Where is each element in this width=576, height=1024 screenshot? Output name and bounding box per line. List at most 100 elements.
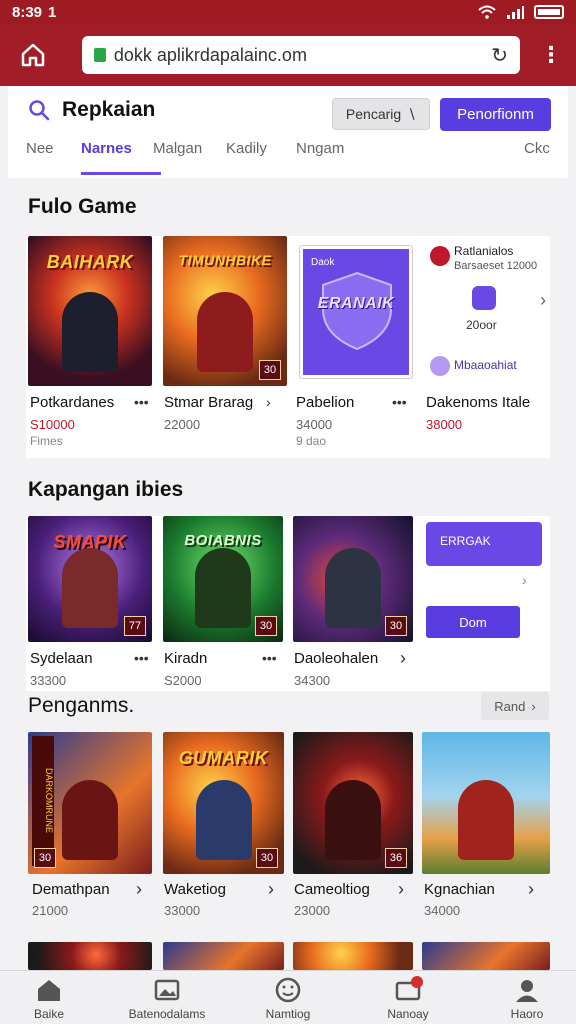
nav-item-gallery[interactable]: Batenodalams: [112, 975, 222, 1021]
browser-menu-icon[interactable]: ⋮: [540, 42, 562, 68]
game-card-image[interactable]: 30: [293, 516, 413, 642]
nav-label: Haoro: [510, 1007, 544, 1021]
section-title-2: Kapangan ibies: [28, 478, 184, 501]
game-price: S2000: [164, 673, 202, 688]
game-sub: 9 dao: [296, 434, 327, 448]
game-character: [62, 548, 118, 628]
tab-2[interactable]: Malgan: [153, 140, 202, 157]
chevron-right-icon[interactable]: ›: [266, 394, 271, 410]
chevron-right-icon[interactable]: ›: [528, 879, 534, 900]
search-dropdown-label: Pencarig: [345, 106, 402, 122]
reload-icon[interactable]: ↻: [491, 43, 508, 68]
game-name[interactable]: Stmar Brarag: [164, 394, 253, 411]
level-badge: 77: [124, 616, 146, 636]
game-card-image[interactable]: Daok ERANAIK: [300, 246, 412, 378]
see-more-label: Rand: [494, 698, 526, 714]
smile-icon: [275, 977, 301, 1003]
game-price: 23000: [294, 903, 331, 918]
game-price: 33000: [164, 903, 201, 918]
section2-row: SMAPIK 77 Sydelaan ••• 33300 BOIABNIS 30…: [26, 516, 550, 691]
game-card-image[interactable]: GUMARIK 30: [163, 732, 284, 874]
game-card-image[interactable]: DARKOMRUNE 30: [28, 732, 152, 874]
game-price: S10000: [30, 417, 75, 432]
tab-5[interactable]: Ckc: [524, 140, 550, 157]
search-dropdown-button[interactable]: Pencarig ∖: [332, 98, 430, 130]
game-character: [458, 780, 514, 860]
game-name[interactable]: Demathpan: [32, 881, 110, 898]
level-badge: 30: [259, 360, 281, 380]
chevron-right-icon[interactable]: ›: [268, 879, 274, 900]
game-name[interactable]: Pabelion: [296, 394, 354, 411]
game-card-image[interactable]: SMAPIK 77: [28, 516, 152, 642]
game-card-image[interactable]: [422, 942, 550, 970]
nav-label: Namtiog: [265, 1007, 311, 1021]
shield-label: Daok: [311, 257, 335, 268]
game-name[interactable]: Kiradn: [164, 650, 207, 667]
promo-logo-icon: [430, 246, 450, 266]
tab-0[interactable]: Nee: [26, 140, 54, 157]
game-character: [325, 780, 381, 860]
game-card-image[interactable]: BAIHARK: [28, 236, 152, 386]
level-badge: 36: [385, 848, 407, 868]
search-icon[interactable]: [28, 99, 50, 121]
browser-toolbar: dokk aplikrdapalainc.om ↻ ⋮: [0, 24, 576, 86]
tab-3[interactable]: Kadily: [226, 140, 267, 157]
tab-4[interactable]: Nngam: [296, 140, 344, 157]
chevron-right-icon[interactable]: ›: [398, 879, 404, 900]
game-card-image[interactable]: BOIABNIS 30: [163, 516, 283, 642]
game-name[interactable]: Kgnachian: [424, 881, 495, 898]
shield-badge-icon: [472, 286, 496, 310]
promo-panel[interactable]: Ratlanialos Barsaeset 12000 20oor › Mbaa…: [430, 244, 550, 384]
nav-item-play[interactable]: Namtiog: [233, 975, 343, 1021]
chevron-right-icon[interactable]: ›: [540, 290, 546, 311]
game-name[interactable]: Cameoltiog: [294, 881, 370, 898]
tab-1[interactable]: Narnes: [81, 140, 132, 157]
promo-footer[interactable]: Mbaaoahiat: [454, 358, 517, 372]
game-card-image[interactable]: [163, 942, 284, 970]
more-icon[interactable]: •••: [134, 394, 149, 410]
game-card-image[interactable]: TIMUNHBIKE 30: [163, 236, 287, 386]
game-card-image[interactable]: [293, 942, 413, 970]
game-card-image[interactable]: [28, 942, 152, 970]
game-name[interactable]: Waketiog: [164, 881, 226, 898]
see-more-button[interactable]: Rand ›: [481, 692, 549, 720]
status-bar: 8:39 1: [0, 0, 576, 24]
header-panel: Repkaian Pencarig ∖ Penorfionm Nee Narne…: [8, 86, 568, 178]
game-name[interactable]: Sydelaan: [30, 650, 93, 667]
game-card-image[interactable]: 36: [293, 732, 413, 874]
nav-item-home[interactable]: Baike: [0, 975, 104, 1021]
section1-row: BAIHARK Potkardanes ••• S10000 Fimes TIM…: [26, 236, 550, 458]
game-price: 22000: [164, 417, 201, 432]
level-badge: 30: [385, 616, 407, 636]
chevron-right-icon[interactable]: ›: [136, 879, 142, 900]
game-name[interactable]: Daoleohalen: [294, 650, 378, 667]
game-price: 38000: [426, 417, 463, 432]
primary-action-label: Penorfionm: [457, 106, 534, 123]
page-title: Repkaian: [62, 98, 156, 121]
more-icon[interactable]: •••: [262, 650, 277, 666]
image-icon: [154, 979, 180, 1001]
wifi-icon: [478, 5, 496, 19]
category-tabs: Nee Narnes Malgan Kadily Nngam Ckc: [8, 132, 568, 176]
game-name[interactable]: Dakenoms Itale: [426, 394, 530, 411]
game-art-title: GUMARIK: [178, 748, 269, 768]
url-bar[interactable]: dokk aplikrdapalainc.om ↻: [81, 36, 520, 74]
chevron-right-icon[interactable]: ›: [400, 648, 406, 669]
nav-item-notifications[interactable]: Nanoay: [353, 975, 463, 1021]
game-character: [62, 292, 118, 372]
game-card-image[interactable]: [422, 732, 550, 874]
more-icon[interactable]: •••: [392, 394, 407, 410]
promo-top-button[interactable]: ERRGAK: [426, 522, 542, 566]
game-art-title: DARKOMRUNE: [32, 736, 54, 866]
level-badge: 30: [255, 616, 277, 636]
browser-home-button[interactable]: [14, 36, 52, 74]
game-name[interactable]: Potkardanes: [30, 394, 114, 411]
primary-action-button[interactable]: Penorfionm: [440, 98, 551, 131]
nav-item-profile[interactable]: Haoro: [472, 975, 576, 1021]
promo-bottom-button[interactable]: Dom: [426, 606, 520, 638]
more-icon[interactable]: •••: [134, 650, 149, 666]
chevron-right-icon[interactable]: ›: [522, 572, 527, 588]
promo-sub: Barsaeset 12000: [454, 260, 538, 272]
game-art-title: BAIHARK: [46, 252, 134, 272]
game-art-title: TIMUNHBIKE: [178, 252, 272, 268]
